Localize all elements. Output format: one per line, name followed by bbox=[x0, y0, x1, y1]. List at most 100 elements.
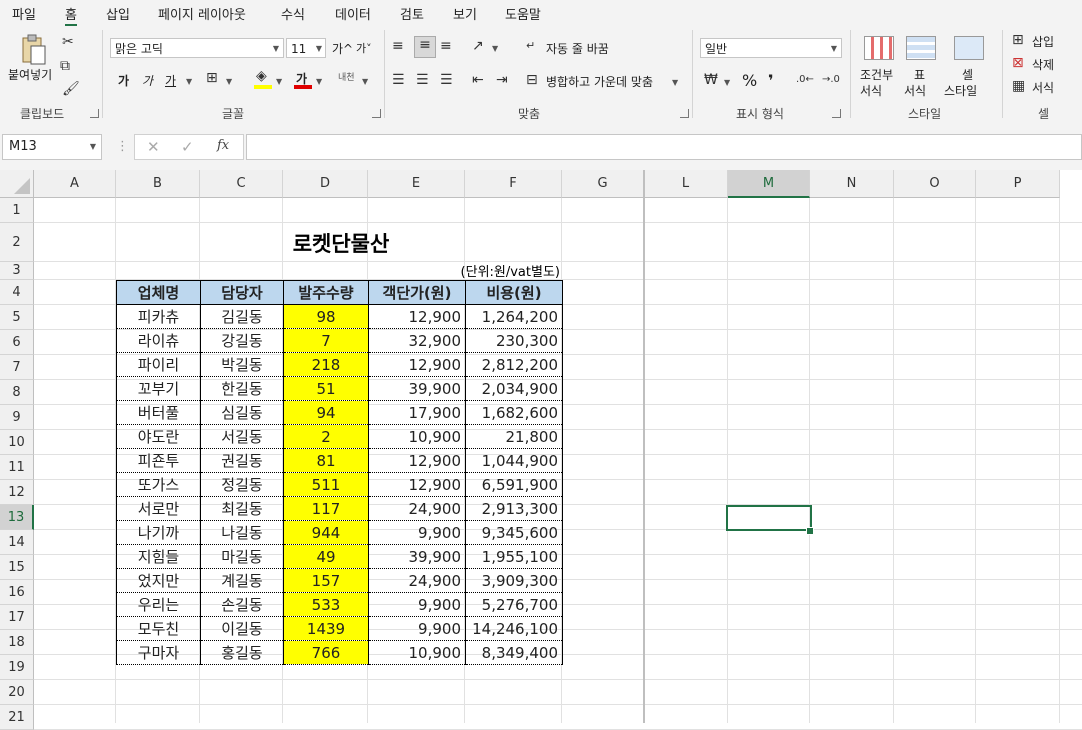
company-cell[interactable]: 었지만 bbox=[116, 568, 201, 593]
row-header-18[interactable]: 18 bbox=[0, 630, 34, 655]
font-name-select[interactable]: 맑은 고딕 ▼ bbox=[110, 38, 284, 58]
manager-cell[interactable]: 계길동 bbox=[200, 568, 284, 593]
unit-price-cell[interactable]: 39,900 bbox=[368, 376, 466, 401]
column-header-m[interactable]: M bbox=[728, 170, 810, 198]
grow-font-button[interactable]: 가^ bbox=[332, 40, 353, 57]
manager-cell[interactable]: 서길동 bbox=[200, 424, 284, 449]
alignment-launcher-icon[interactable] bbox=[680, 109, 689, 118]
company-cell[interactable]: 야도란 bbox=[116, 424, 201, 449]
row-header-16[interactable]: 16 bbox=[0, 580, 34, 605]
unit-price-cell[interactable]: 24,900 bbox=[368, 568, 466, 593]
column-header-l[interactable]: L bbox=[644, 170, 728, 198]
quantity-cell[interactable]: 766 bbox=[283, 640, 369, 665]
quantity-cell[interactable]: 533 bbox=[283, 592, 369, 617]
row-header-13[interactable]: 13 bbox=[0, 505, 34, 530]
column-header-n[interactable]: N bbox=[810, 170, 894, 198]
row-header-17[interactable]: 17 bbox=[0, 605, 34, 630]
percent-button[interactable]: % bbox=[742, 71, 757, 90]
unit-price-cell[interactable]: 17,900 bbox=[368, 400, 466, 425]
chevron-down-icon[interactable]: ▼ bbox=[724, 78, 730, 87]
row-header-15[interactable]: 15 bbox=[0, 555, 34, 580]
unit-price-cell[interactable]: 9,900 bbox=[368, 592, 466, 617]
unit-price-cell[interactable]: 9,900 bbox=[368, 520, 466, 545]
table-header-cell[interactable]: 비용(원) bbox=[465, 280, 563, 305]
comma-button[interactable]: ❜ bbox=[768, 71, 774, 90]
wrap-text-button[interactable]: 자동 줄 바꿈 bbox=[546, 40, 609, 57]
quantity-cell[interactable]: 944 bbox=[283, 520, 369, 545]
company-cell[interactable]: 라이츄 bbox=[116, 328, 201, 353]
company-cell[interactable]: 또가스 bbox=[116, 472, 201, 497]
font-size-select[interactable]: 11 ▼ bbox=[286, 38, 326, 58]
menu-insert[interactable]: 삽입 bbox=[106, 4, 130, 23]
align-bottom-icon[interactable]: ≡ bbox=[440, 38, 452, 54]
insert-cells-button[interactable]: 삽입 bbox=[1032, 33, 1054, 50]
column-header-e[interactable]: E bbox=[368, 170, 465, 198]
cost-cell[interactable]: 2,034,900 bbox=[465, 376, 563, 401]
unit-price-cell[interactable]: 12,900 bbox=[368, 448, 466, 473]
unit-price-cell[interactable]: 9,900 bbox=[368, 616, 466, 641]
merge-center-button[interactable]: 병합하고 가운데 맞춤 bbox=[546, 73, 653, 90]
manager-cell[interactable]: 마길동 bbox=[200, 544, 284, 569]
manager-cell[interactable]: 홍길동 bbox=[200, 640, 284, 665]
cost-cell[interactable]: 1,682,600 bbox=[465, 400, 563, 425]
menu-view[interactable]: 보기 bbox=[453, 4, 477, 23]
unit-price-cell[interactable]: 32,900 bbox=[368, 328, 466, 353]
delete-cells-button[interactable]: 삭제 bbox=[1032, 56, 1054, 73]
quantity-cell[interactable]: 2 bbox=[283, 424, 369, 449]
format-painter-icon[interactable]: 🖌 bbox=[62, 81, 80, 97]
shrink-font-button[interactable]: 가˅ bbox=[356, 40, 372, 56]
number-format-select[interactable]: 일반 ▼ bbox=[700, 38, 842, 58]
menu-page-layout[interactable]: 페이지 레이아웃 bbox=[158, 4, 246, 23]
column-header-b[interactable]: B bbox=[116, 170, 200, 198]
font-color-button[interactable]: 가 bbox=[294, 68, 312, 90]
company-cell[interactable]: 나기까 bbox=[116, 520, 201, 545]
company-cell[interactable]: 꼬부기 bbox=[116, 376, 201, 401]
company-cell[interactable]: 지힘들 bbox=[116, 544, 201, 569]
align-center-icon[interactable]: ☰ bbox=[416, 72, 429, 88]
menu-formulas[interactable]: 수식 bbox=[281, 4, 305, 23]
cancel-icon[interactable]: ✕ bbox=[147, 138, 160, 156]
increase-decimal-icon[interactable]: .0← bbox=[796, 72, 814, 88]
decrease-indent-icon[interactable]: ⇤ bbox=[472, 72, 484, 88]
chevron-down-icon[interactable]: ▼ bbox=[672, 78, 678, 87]
italic-button[interactable]: 가 bbox=[142, 72, 153, 89]
fill-color-button[interactable]: ◈ bbox=[254, 68, 272, 90]
quantity-cell[interactable]: 94 bbox=[283, 400, 369, 425]
manager-cell[interactable]: 정길동 bbox=[200, 472, 284, 497]
cut-icon[interactable]: ✂ bbox=[62, 34, 74, 50]
decrease-decimal-icon[interactable]: →.0 bbox=[822, 72, 840, 88]
column-header-p[interactable]: P bbox=[976, 170, 1060, 198]
cost-cell[interactable]: 5,276,700 bbox=[465, 592, 563, 617]
chevron-down-icon[interactable]: ▼ bbox=[362, 77, 368, 86]
company-cell[interactable]: 모두친 bbox=[116, 616, 201, 641]
company-cell[interactable]: 파이리 bbox=[116, 352, 201, 377]
table-header-cell[interactable]: 업체명 bbox=[116, 280, 201, 305]
cost-cell[interactable]: 1,955,100 bbox=[465, 544, 563, 569]
align-top-icon[interactable]: ≡ bbox=[392, 38, 404, 54]
row-header-21[interactable]: 21 bbox=[0, 705, 34, 730]
column-header-f[interactable]: F bbox=[465, 170, 562, 198]
cost-cell[interactable]: 3,909,300 bbox=[465, 568, 563, 593]
format-cells-button[interactable]: 서식 bbox=[1032, 79, 1054, 96]
phonetic-button[interactable]: 내천 bbox=[338, 70, 355, 83]
row-header-3[interactable]: 3 bbox=[0, 262, 34, 280]
cell-styles-icon[interactable] bbox=[954, 36, 984, 60]
chevron-down-icon[interactable]: ▼ bbox=[276, 77, 282, 86]
conditional-format-label-1[interactable]: 조건부 bbox=[860, 66, 893, 83]
manager-cell[interactable]: 강길동 bbox=[200, 328, 284, 353]
unit-price-cell[interactable]: 12,900 bbox=[368, 304, 466, 329]
row-header-8[interactable]: 8 bbox=[0, 380, 34, 405]
enter-icon[interactable]: ✓ bbox=[181, 138, 194, 156]
cell-styles-label-1[interactable]: 셀 bbox=[962, 66, 973, 83]
row-header-20[interactable]: 20 bbox=[0, 680, 34, 705]
selected-cell-m13[interactable] bbox=[726, 505, 812, 531]
cost-cell[interactable]: 2,913,300 bbox=[465, 496, 563, 521]
unit-price-cell[interactable]: 10,900 bbox=[368, 640, 466, 665]
company-cell[interactable]: 서로만 bbox=[116, 496, 201, 521]
quantity-cell[interactable]: 51 bbox=[283, 376, 369, 401]
menu-file[interactable]: 파일 bbox=[12, 4, 36, 23]
row-header-14[interactable]: 14 bbox=[0, 530, 34, 555]
company-cell[interactable]: 피카츄 bbox=[116, 304, 201, 329]
row-header-2[interactable]: 2 bbox=[0, 223, 34, 262]
menu-home[interactable]: 홈 bbox=[65, 4, 77, 26]
